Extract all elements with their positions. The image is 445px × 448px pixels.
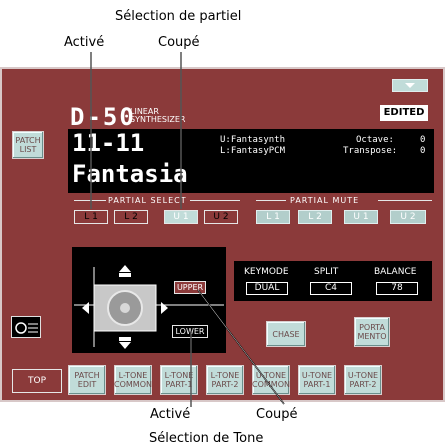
keymode-value[interactable]: DUAL	[246, 282, 288, 295]
partial-mute-l2[interactable]: L 2	[298, 210, 332, 224]
patch-name: Fantasia	[72, 160, 188, 188]
chevron-down-icon	[405, 83, 415, 88]
tab-l-tone-part-2[interactable]: L-TONE PART-2	[206, 365, 244, 395]
tab-l-tone-common[interactable]: L-TONE COMMON	[114, 365, 152, 395]
partial-select-u1[interactable]: U 1	[164, 210, 198, 224]
annotation-muted-top: Coupé	[158, 35, 200, 50]
edited-badge: EDITED	[380, 105, 428, 121]
annotation-tone-select: Sélection de Tone	[149, 431, 264, 446]
divider	[74, 200, 106, 201]
octave-value: 0	[420, 135, 426, 145]
annotation-muted-bottom: Coupé	[256, 407, 298, 422]
tab-u-tone-part-2[interactable]: U-TONE PART-2	[344, 365, 382, 395]
transpose-label: Transpose:	[343, 146, 398, 156]
partial-select-u2[interactable]: U 2	[204, 210, 238, 224]
divider	[256, 200, 286, 201]
split-value[interactable]: C4	[310, 282, 352, 295]
annotation-active-bottom: Activé	[150, 407, 191, 422]
annotation-partial-select: Sélection de partiel	[115, 9, 242, 24]
lower-tone-name: L:FantasyPCM	[220, 146, 286, 156]
octave-label: Octave:	[356, 135, 394, 145]
logo: D-50	[70, 103, 136, 131]
tab-l-tone-part-1[interactable]: L-TONE PART-1	[160, 365, 198, 395]
divider	[378, 200, 432, 201]
chase-button[interactable]: CHASE	[266, 321, 306, 347]
divider	[190, 200, 240, 201]
partial-select-title: PARTIAL SELECT	[108, 196, 187, 205]
partial-mute-l1[interactable]: L 1	[256, 210, 290, 224]
tab-u-tone-part-1[interactable]: U-TONE PART-1	[298, 365, 336, 395]
tab-patch-edit[interactable]: PATCH EDIT	[68, 365, 106, 395]
annotation-active-top: Activé	[64, 35, 105, 50]
partial-mute-u1[interactable]: U 1	[344, 210, 378, 224]
keymode-panel: KEYMODE SPLIT BALANCE DUAL C4 78	[234, 261, 432, 301]
split-header: SPLIT	[314, 267, 339, 277]
partial-select-l2[interactable]: L 2	[114, 210, 148, 224]
list-view-icon	[15, 322, 38, 334]
balance-header: BALANCE	[374, 267, 417, 277]
partial-mute-title: PARTIAL MUTE	[290, 196, 360, 205]
logo-subtitle: LINEAR SYNTHESIZER	[130, 107, 186, 124]
patch-display: 11-11 Fantasia U:Fantasynth L:FantasyPCM…	[68, 129, 434, 193]
synth-panel: D-50 LINEAR SYNTHESIZER EDITED PATCH LIS…	[0, 67, 445, 402]
keymode-header: KEYMODE	[244, 267, 289, 277]
tab-u-tone-common[interactable]: U-TONE COMMON	[252, 365, 290, 395]
balance-value[interactable]: 78	[376, 282, 418, 295]
transpose-value: 0	[420, 146, 426, 156]
patch-list-button[interactable]: PATCH LIST	[12, 131, 44, 159]
partial-mute-u2[interactable]: U 2	[390, 210, 426, 224]
upper-tone-name: U:Fantasynth	[220, 135, 286, 145]
tone-select-upper[interactable]: UPPER	[174, 281, 206, 294]
portamento-button[interactable]: PORTA MENTO	[354, 317, 390, 347]
view-toggle-button[interactable]	[11, 316, 41, 338]
tone-select-lower[interactable]: LOWER	[172, 325, 208, 338]
partial-select-l1[interactable]: L 1	[74, 210, 108, 224]
menu-tab[interactable]	[392, 79, 428, 92]
tab-top[interactable]: TOP	[12, 369, 62, 393]
patch-number: 11-11	[72, 129, 145, 157]
